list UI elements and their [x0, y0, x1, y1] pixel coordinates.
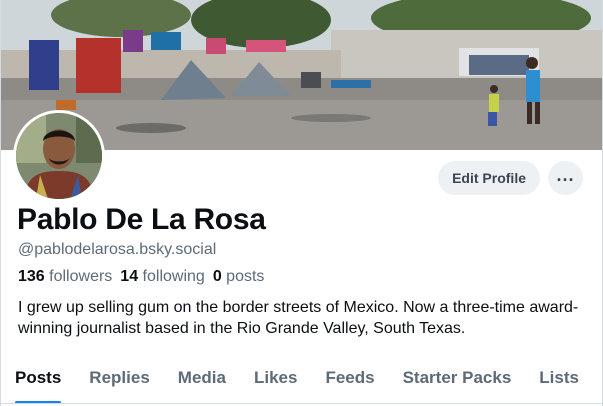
- tab-likes[interactable]: Likes: [254, 357, 297, 406]
- tab-starter-packs[interactable]: Starter Packs: [403, 357, 512, 406]
- following-label: following: [142, 268, 205, 285]
- profile-page: Edit Profile ... Pablo De La Rosa @pablo…: [0, 0, 603, 406]
- tab-feeds[interactable]: Feeds: [325, 357, 374, 406]
- profile-avatar[interactable]: [13, 110, 105, 202]
- profile-handle: @pablodelarosa.bsky.social: [18, 241, 217, 258]
- edit-profile-button[interactable]: Edit Profile: [438, 161, 540, 195]
- tab-posts[interactable]: Posts: [15, 357, 62, 406]
- followers-stat[interactable]: 136 followers: [18, 268, 112, 286]
- posts-count: 0: [212, 268, 222, 285]
- more-options-button[interactable]: ...: [548, 161, 583, 195]
- tab-lists[interactable]: Lists: [539, 357, 579, 406]
- tab-media[interactable]: Media: [178, 357, 226, 406]
- posts-stat: 0 posts: [213, 268, 265, 286]
- profile-tabs: Posts Replies Media Likes Feeds Starter …: [1, 357, 602, 406]
- ellipsis-icon: ...: [556, 165, 575, 185]
- following-stat[interactable]: 14 following: [120, 268, 205, 286]
- profile-stats: 136 followers 14 following 0 posts: [18, 268, 264, 286]
- avatar-photo: [16, 113, 102, 199]
- followers-label: followers: [49, 268, 113, 285]
- followers-count: 136: [18, 268, 45, 285]
- following-count: 14: [120, 268, 139, 285]
- tabs-divider: [1, 403, 602, 404]
- display-name: Pablo De La Rosa: [17, 203, 266, 236]
- profile-actions: Edit Profile ...: [438, 161, 583, 195]
- tab-replies[interactable]: Replies: [89, 357, 149, 406]
- profile-bio: I grew up selling gum on the border stre…: [18, 299, 579, 337]
- posts-label: posts: [226, 268, 265, 285]
